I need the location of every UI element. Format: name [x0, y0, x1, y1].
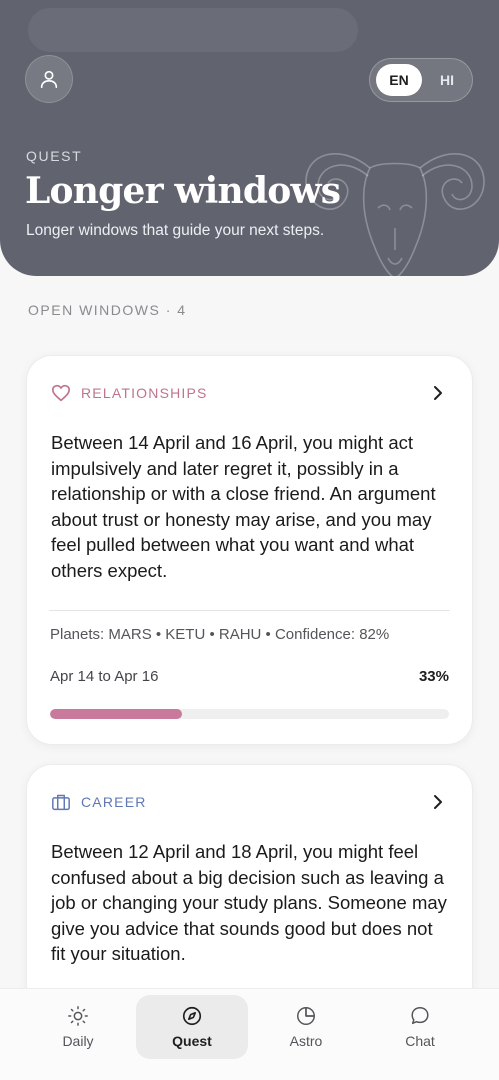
user-icon: [40, 70, 58, 89]
language-toggle[interactable]: EN HI: [369, 58, 473, 102]
page-title: Longer windows: [25, 170, 341, 212]
chat-bubble-icon: [411, 1007, 429, 1025]
briefcase-icon: [52, 794, 70, 811]
compass-icon: [182, 1006, 202, 1026]
section-label: OPEN WINDOWS · 4: [28, 302, 187, 318]
progress-track: [50, 709, 449, 719]
card-meta: Planets: MARS • KETU • RAHU • Confidence…: [50, 626, 390, 643]
card-category: RELATIONSHIPS: [51, 384, 208, 402]
hero-header: EN HI QUEST Longer windows Longer window…: [0, 0, 499, 276]
chevron-right-icon[interactable]: [430, 793, 446, 811]
window-card-relationships[interactable]: RELATIONSHIPS Between 14 April and 16 Ap…: [26, 355, 473, 745]
pie-chart-icon: [297, 1007, 315, 1025]
category-label: CAREER: [81, 794, 147, 810]
category-label: RELATIONSHIPS: [81, 385, 208, 401]
profile-button[interactable]: [25, 55, 73, 103]
lang-option-en[interactable]: EN: [376, 64, 422, 96]
nav-item-chat[interactable]: Chat: [364, 995, 476, 1059]
nav-item-daily[interactable]: Daily: [22, 995, 134, 1059]
search-bar-ghost: [28, 8, 358, 52]
nav-item-quest[interactable]: Quest: [136, 995, 248, 1059]
nav-label: Daily: [62, 1033, 94, 1049]
heart-icon: [51, 384, 70, 402]
progress-percent: 33%: [418, 668, 449, 685]
nav-label: Chat: [405, 1033, 435, 1049]
card-body-text: Between 12 April and 18 April, you might…: [51, 841, 447, 964]
bottom-navigation: Daily Quest Astro Chat: [0, 988, 499, 1080]
nav-item-astro[interactable]: Astro: [250, 995, 362, 1059]
progress-fill: [50, 709, 182, 719]
lang-option-hi[interactable]: HI: [424, 64, 470, 96]
date-range: Apr 14 to Apr 16: [50, 668, 159, 685]
card-body-text: Between 14 April and 16 April, you might…: [51, 432, 436, 581]
divider: [49, 610, 450, 611]
sun-icon: [68, 1006, 88, 1026]
nav-label: Astro: [289, 1033, 323, 1049]
chevron-right-icon[interactable]: [430, 384, 446, 402]
card-category: CAREER: [51, 793, 147, 811]
nav-label: Quest: [172, 1033, 212, 1049]
page-kicker: QUEST: [26, 148, 83, 164]
page-subtitle: Longer windows that guide your next step…: [26, 222, 325, 239]
